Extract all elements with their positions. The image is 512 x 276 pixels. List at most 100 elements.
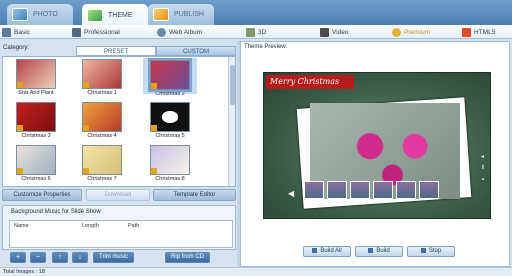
template-grid-scrollbar[interactable] — [228, 57, 235, 186]
pause-control-icon[interactable]: ‖ — [482, 165, 484, 171]
video-icon — [320, 28, 329, 37]
build-all-button[interactable]: Build All — [303, 246, 351, 257]
category-premium[interactable]: Premium — [392, 27, 430, 38]
music-col-path[interactable]: Path — [128, 223, 139, 229]
template-image — [16, 145, 56, 175]
premium-badge-icon — [151, 125, 157, 131]
preset-custom-tabs: Preset Custom — [76, 46, 236, 56]
template-image — [150, 145, 190, 175]
move-down-button[interactable]: ↓ — [72, 252, 88, 263]
tab-photo-label: Photo — [33, 11, 58, 18]
html5-icon — [462, 28, 471, 37]
music-col-length[interactable]: Length — [82, 223, 99, 229]
strip-thumb[interactable] — [304, 181, 324, 199]
move-up-button[interactable]: ↑ — [52, 252, 68, 263]
tab-publish[interactable]: Publish — [148, 4, 214, 25]
template-thumb[interactable]: Star And Plant — [9, 59, 63, 96]
category-label: Category: — [3, 45, 30, 51]
strip-thumb[interactable] — [327, 181, 347, 199]
theme-preview-label: Theme Preview: — [244, 44, 288, 50]
remove-music-button[interactable]: − — [30, 252, 46, 263]
template-thumb[interactable]: Christmas 8 — [143, 145, 197, 182]
build-label: Build — [376, 248, 390, 254]
category-basic[interactable]: Basic — [2, 27, 30, 38]
build-button[interactable]: Build — [355, 246, 403, 257]
tab-custom-label: Custom — [183, 49, 209, 55]
premium-badge-icon — [17, 125, 23, 131]
add-music-button[interactable]: + — [10, 252, 26, 263]
stop-label: Stop — [428, 248, 442, 254]
category-web-album-label: Web Album — [169, 29, 203, 36]
premium-badge-icon — [17, 168, 23, 174]
premium-badge-icon — [83, 125, 89, 131]
template-name: Christmas 5 — [155, 133, 185, 139]
premium-badge-icon — [17, 82, 23, 88]
theme-icon — [87, 8, 103, 22]
customize-properties-label: Customize Properties — [13, 192, 71, 198]
category-professional-label: Professional — [84, 29, 120, 36]
build-all-icon — [312, 247, 318, 253]
tab-custom[interactable]: Custom — [156, 46, 236, 56]
tab-preset-label: Preset — [103, 49, 128, 55]
trim-music-button[interactable]: Trim music — [93, 252, 135, 263]
build-icon — [368, 247, 374, 253]
status-bar: Total Images : 18 — [0, 267, 512, 276]
tab-photo[interactable]: Photo — [7, 4, 73, 25]
rip-from-cd-label: Rip from CD — [171, 254, 205, 260]
stop-button[interactable]: Stop — [407, 246, 455, 257]
template-thumb[interactable]: Christmas 3 — [9, 102, 63, 139]
template-name: Christmas 8 — [155, 176, 185, 182]
template-thumb[interactable]: Christmas 6 — [9, 145, 63, 182]
category-professional[interactable]: Professional — [72, 27, 120, 38]
total-images-status: Total Images : 18 — [3, 269, 45, 275]
template-name: Christmas 4 — [87, 133, 117, 139]
category-web-album[interactable]: Web Album — [157, 27, 202, 38]
fullscreen-control-icon[interactable]: ▪ — [482, 177, 484, 183]
tab-theme[interactable]: Theme — [82, 4, 148, 26]
category-3d[interactable]: 3D — [246, 27, 266, 38]
premium-badge-icon — [151, 168, 157, 174]
play-control-icon[interactable]: ◂ — [481, 153, 484, 160]
category-video[interactable]: Video — [320, 27, 349, 38]
template-name: Christmas 6 — [21, 176, 51, 182]
category-html5[interactable]: HTML5 — [462, 27, 495, 38]
template-name: Christmas 3 — [21, 133, 51, 139]
prev-arrow-icon[interactable]: ◀ — [288, 189, 294, 198]
template-thumb[interactable]: Christmas 7 — [75, 145, 129, 182]
add-icon: + — [15, 254, 21, 261]
customize-properties-button[interactable]: Customize Properties — [2, 189, 82, 201]
main-tab-bar: Photo Theme Publish — [0, 0, 512, 26]
next-arrow-icon[interactable]: ▶ — [462, 189, 468, 198]
template-editor-button[interactable]: Template Editor — [153, 189, 236, 201]
template-grid: Star And Plant Christmas 1 Christmas 2 C… — [2, 56, 236, 187]
strip-thumb[interactable] — [373, 181, 393, 199]
category-basic-label: Basic — [14, 29, 30, 36]
template-image — [82, 59, 122, 89]
template-image — [150, 102, 190, 132]
strip-thumb[interactable] — [350, 181, 370, 199]
template-image — [16, 59, 56, 89]
tab-preset[interactable]: Preset — [76, 46, 156, 56]
premium-badge-icon — [151, 83, 157, 89]
template-thumb[interactable]: Christmas 1 — [75, 59, 129, 96]
download-button[interactable]: Download — [86, 189, 150, 201]
template-image — [82, 145, 122, 175]
template-thumb[interactable]: Christmas 4 — [75, 102, 129, 139]
template-thumb-selected[interactable]: Christmas 2 — [143, 58, 197, 97]
category-3d-label: 3D — [258, 29, 267, 36]
template-thumb[interactable]: Christmas 5 — [143, 102, 197, 139]
music-list[interactable]: Name Length Path — [9, 220, 233, 248]
publish-icon — [153, 8, 169, 21]
scrollbar-thumb[interactable] — [230, 65, 235, 105]
stop-icon — [420, 247, 426, 253]
strip-thumb[interactable] — [419, 181, 439, 199]
strip-thumb[interactable] — [396, 181, 416, 199]
thumbnail-strip — [304, 181, 454, 203]
rip-from-cd-button[interactable]: Rip from CD — [165, 252, 211, 263]
music-col-name[interactable]: Name — [14, 223, 29, 229]
remove-icon: − — [35, 254, 41, 261]
background-music-panel: Background Music for Slide Show Name Len… — [2, 205, 236, 250]
category-html5-label: HTML5 — [474, 29, 496, 36]
template-image — [16, 102, 56, 132]
category-bar: Basic Professional Web Album 3D Video Pr… — [0, 25, 512, 39]
